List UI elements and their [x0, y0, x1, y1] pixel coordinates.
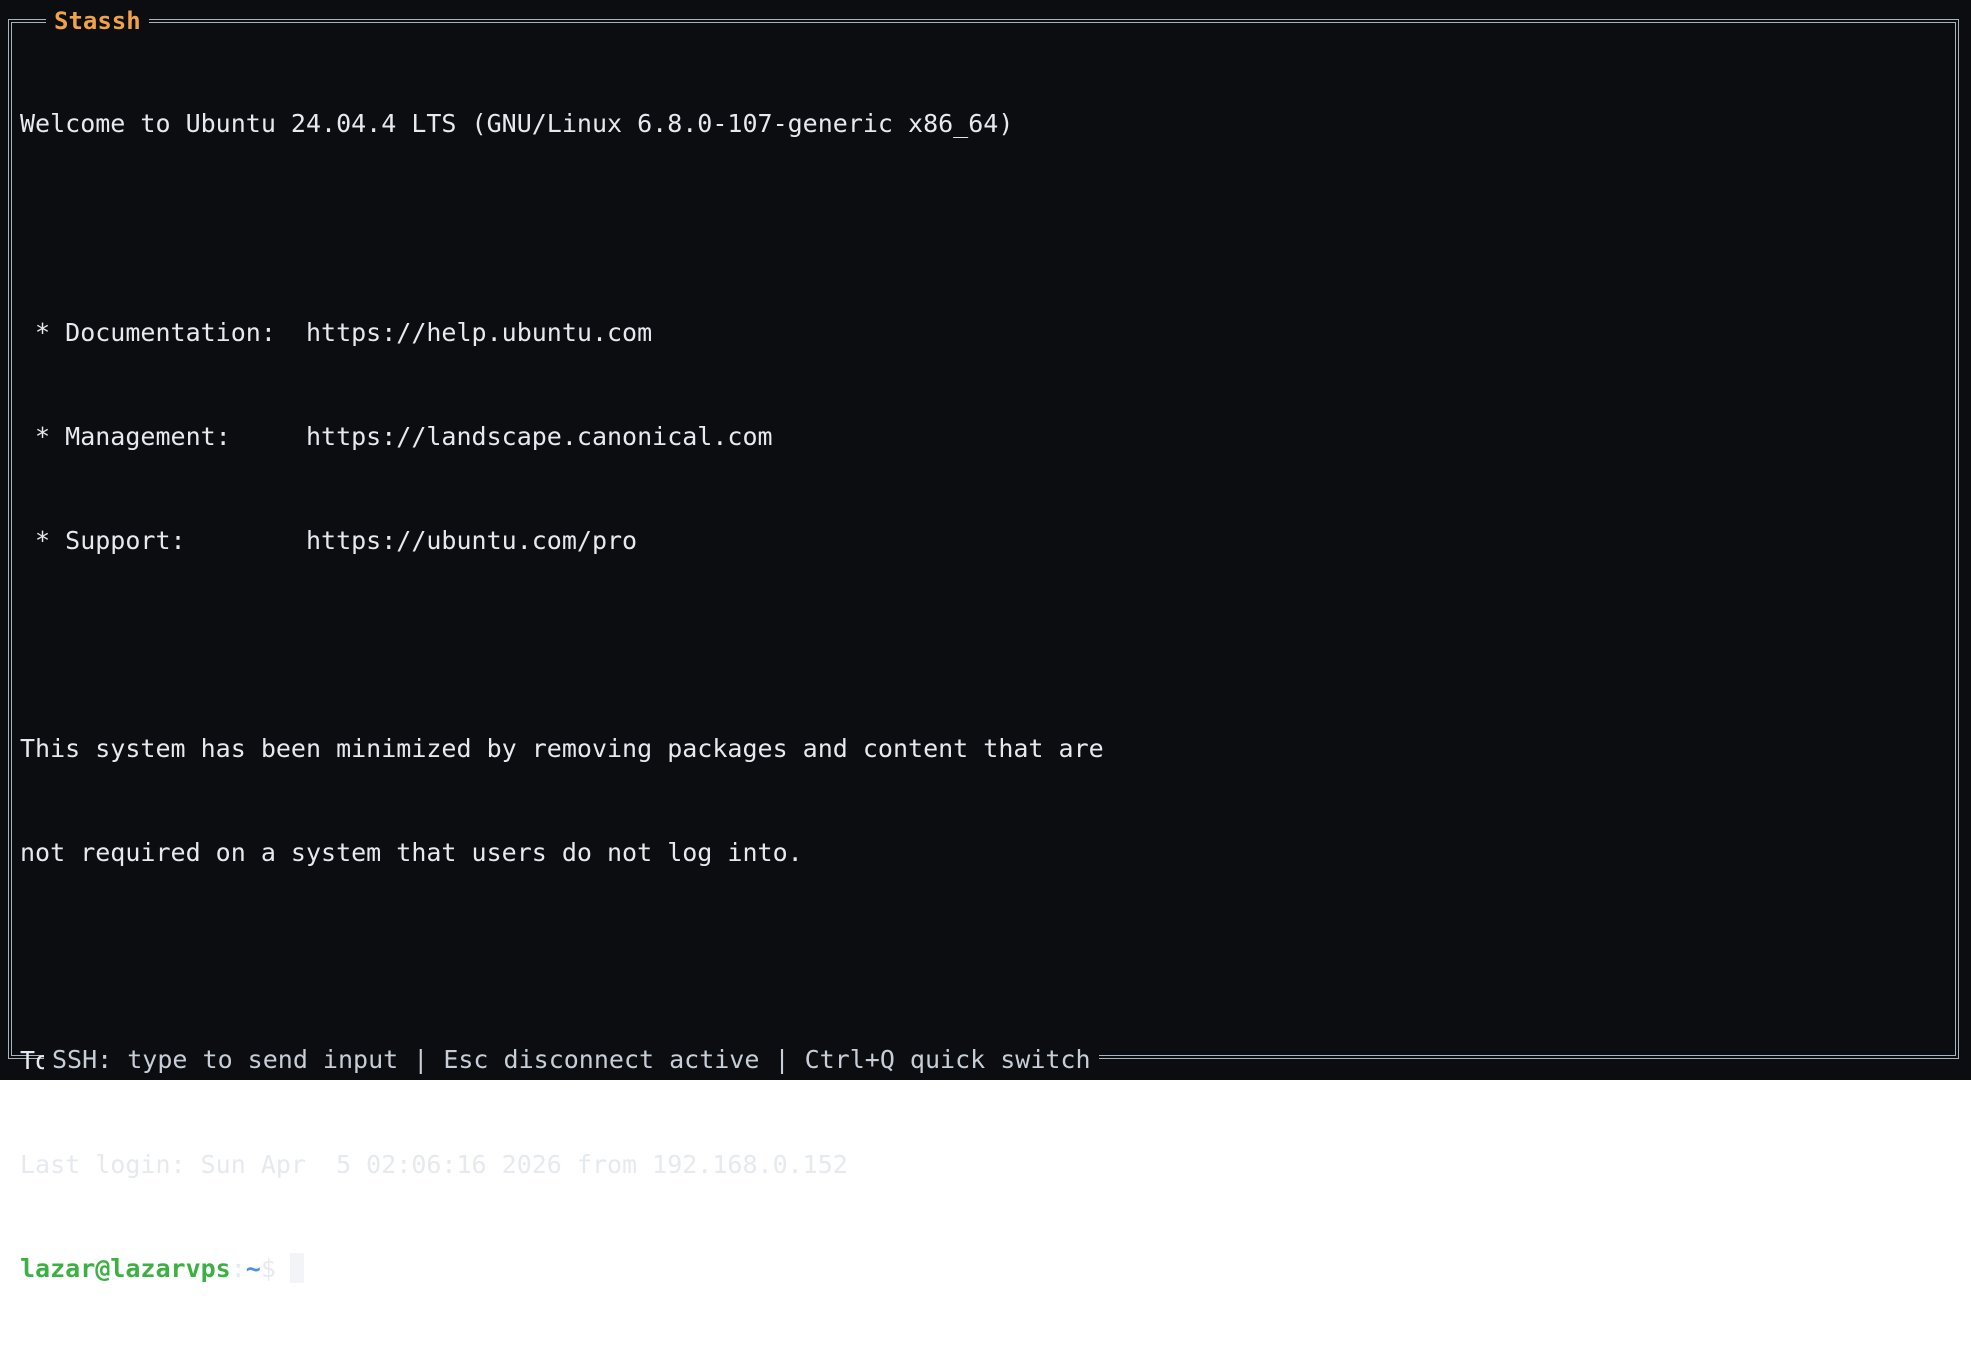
- prompt-path: ~: [245, 1254, 261, 1284]
- terminal-line: * Documentation: https://help.ubuntu.com: [20, 317, 653, 347]
- terminal-app-window: Stassh Welcome to Ubuntu 24.04.4 LTS (GN…: [0, 0, 1971, 1284]
- prompt-user-host: lazar@lazarvps: [20, 1254, 231, 1284]
- terminal-line: Welcome to Ubuntu 24.04.4 LTS (GNU/Linux…: [20, 109, 1014, 139]
- terminal-line: This system has been minimized by removi…: [20, 733, 1104, 763]
- shell-prompt[interactable]: lazar@lazarvps:~$: [20, 1252, 1950, 1287]
- window-title: Stassh: [46, 4, 149, 38]
- terminal-line: Last login: Sun Apr 5 02:06:16 2026 from…: [20, 1150, 848, 1180]
- text-cursor[interactable]: [289, 1253, 304, 1284]
- terminal-line: * Support: https://ubuntu.com/pro: [20, 525, 638, 555]
- terminal-line: * Management: https://landscape.canonica…: [20, 421, 773, 451]
- status-bar: SSH: type to send input | Esc disconnect…: [44, 1043, 1099, 1077]
- terminal-line: not required on a system that users do n…: [20, 838, 803, 868]
- prompt-symbol: $: [260, 1254, 276, 1284]
- terminal-output[interactable]: Welcome to Ubuntu 24.04.4 LTS (GNU/Linux…: [20, 38, 1950, 1284]
- prompt-separator: :: [230, 1254, 246, 1284]
